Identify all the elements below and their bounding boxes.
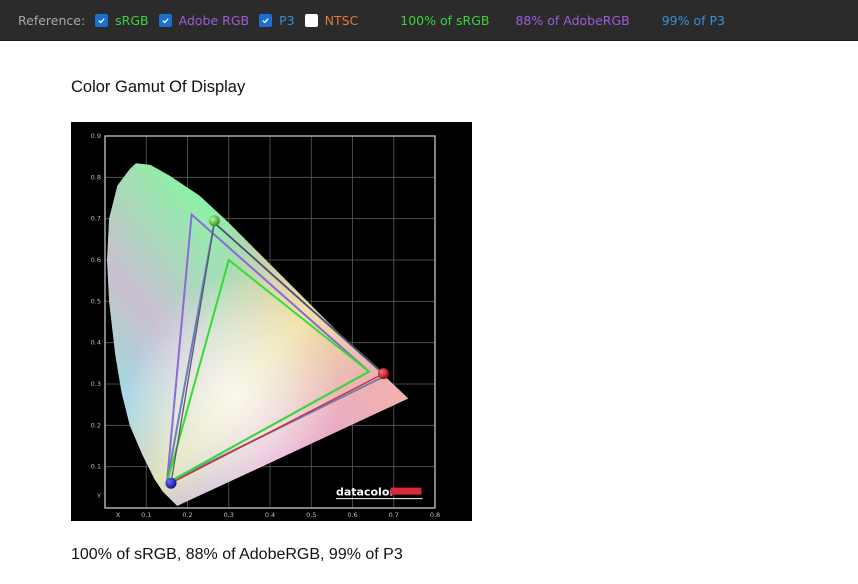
checkbox-label: sRGB [115,12,149,28]
reference-label: Reference: [18,12,86,28]
checkmark-icon [262,17,269,23]
checkbox-ntsc[interactable]: NTSC [304,12,359,28]
y-tick-label: 0.8 [91,173,101,181]
x-tick-label: 0.7 [389,511,399,519]
checkbox-label: P3 [279,12,295,28]
y-tick-label: 0.6 [91,256,101,264]
y-tick-label: 0.3 [91,380,101,388]
primary-point-red [377,368,389,380]
coverage-stat: 88% of AdobeRGB [515,12,630,28]
checkbox-checked-icon[interactable] [95,13,109,27]
gamut-chart: 0.1 0.2 0.3 0.4 0.5 0.6 0.7 0.8 0.1 0.2 0.3 0.4 0.5 0… [71,122,472,521]
x-tick-label: 0.8 [430,511,440,519]
x-tick-label: 0.1 [141,511,151,519]
reference-checkboxes: sRGB Adobe RGB P3 NTSC [95,13,368,28]
datacolor-logo-bar [390,487,422,495]
x-tick-label: 0.6 [347,511,357,519]
checkmark-icon [161,17,169,23]
gamut-chart-svg: 0.1 0.2 0.3 0.4 0.5 0.6 0.7 0.8 0.1 0.2 0.3 0.4 0.5 0… [91,132,441,519]
datacolor-logo-text: datacolor [336,486,395,499]
page-title: Color Gamut Of Display [71,78,246,96]
x-axis-label: X [116,511,121,519]
coverage-stat: 100% of sRGB [400,12,490,28]
checkmark-icon [98,17,105,23]
y-axis-label: Y [96,492,101,500]
y-tick-label: 0.1 [91,463,101,471]
coverage-caption: 100% of sRGB, 88% of AdobeRGB, 99% of P3 [71,546,403,563]
y-tick-label: 0.4 [91,339,101,347]
checkbox-adobe-rgb[interactable]: Adobe RGB [158,12,250,28]
x-tick-label: 0.3 [224,511,234,519]
checkbox-p3[interactable]: P3 [259,13,295,28]
primary-point-green [208,215,220,227]
checkbox-checked-icon[interactable] [259,13,273,27]
y-tick-label: 0.2 [91,421,101,429]
checkbox-label: NTSC [324,12,359,28]
primary-point-blue [165,477,177,489]
checkbox-label: Adobe RGB [178,12,250,28]
y-tick-label: 0.9 [91,132,101,140]
checkbox-checked-icon[interactable] [158,13,172,27]
reference-toolbar: Reference: sRGB Adobe RGB P3 NTSC 100% of s… [0,0,858,41]
coverage-stats: 100% of sRGB 88% of AdobeRGB 99% of P3 [400,13,725,28]
x-tick-label: 0.5 [306,511,316,519]
checkbox-unchecked-icon[interactable] [304,13,318,27]
y-tick-label: 0.5 [91,297,101,305]
x-tick-label: 0.2 [182,511,192,519]
coverage-stat: 99% of P3 [661,12,726,28]
spectral-locus-white-overlay [107,163,409,506]
x-tick-label: 0.4 [265,511,275,519]
checkbox-srgb[interactable]: sRGB [95,12,149,28]
y-tick-label: 0.7 [91,215,101,223]
